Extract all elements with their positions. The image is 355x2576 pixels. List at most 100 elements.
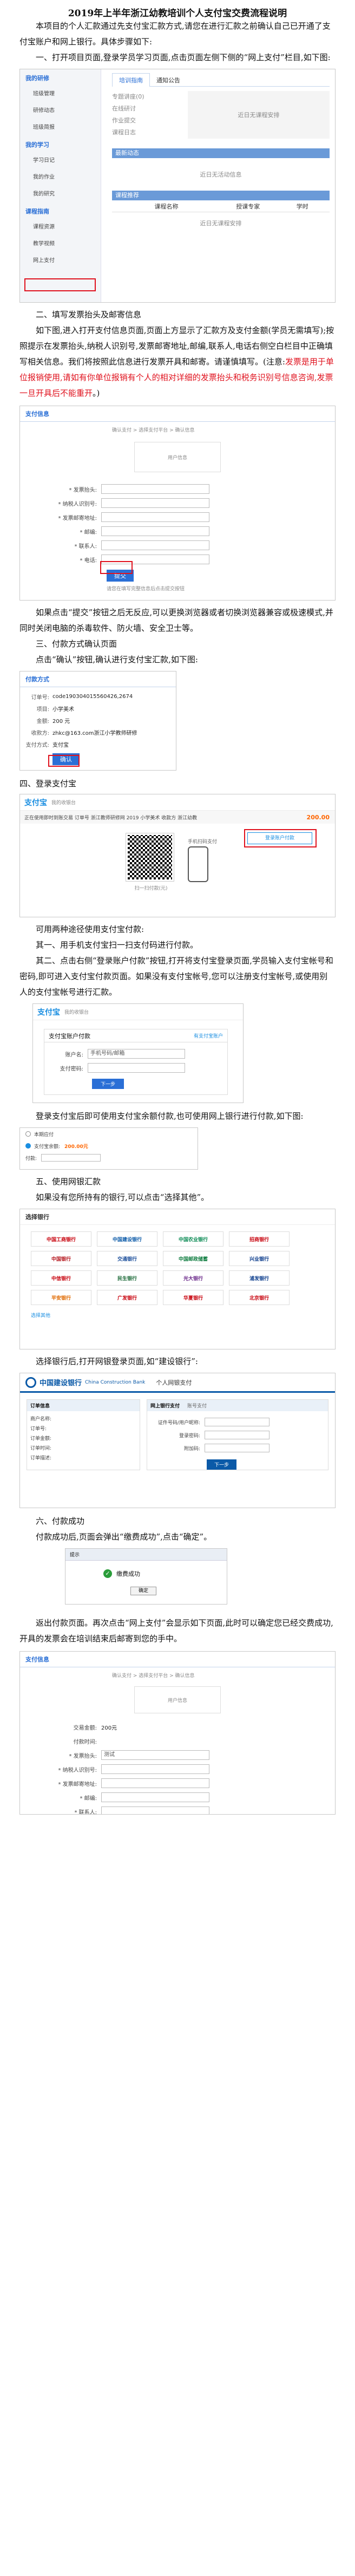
ccb-next-button[interactable]: 下一步	[207, 1459, 237, 1470]
bank-option[interactable]: 光大银行	[163, 1270, 223, 1286]
bank-option[interactable]: 北京银行	[229, 1290, 290, 1305]
password-label: 支付密码:	[60, 1066, 83, 1072]
next-button[interactable]: 下一步	[92, 1079, 124, 1089]
pay-label: 付款:	[25, 1156, 37, 1162]
bank-option[interactable]: 广发银行	[97, 1290, 157, 1305]
highlight-online-pay	[24, 278, 96, 291]
section-header-latest: 最新动态	[112, 148, 330, 158]
account-label: 账户名:	[65, 1052, 83, 1058]
netbank-pay-title[interactable]: 网上银行支付	[150, 1402, 180, 1409]
sidebar-item[interactable]: 学习日记	[20, 152, 101, 169]
sidebar-item[interactable]: 我的研究	[20, 186, 101, 203]
tab-account-pay[interactable]: 支付宝账户付款	[49, 1032, 90, 1040]
bank-option[interactable]: 中国银行	[31, 1251, 91, 1266]
sidebar-item[interactable]: 我的作业	[20, 169, 101, 186]
step5-text: 如果没有您所持有的银行,可以点击“选择其他”。	[36, 1192, 209, 1202]
bank-option[interactable]: 平安银行	[31, 1290, 91, 1305]
bank-option[interactable]: 浦发银行	[229, 1270, 290, 1286]
sidebar-item[interactable]: 我的学习	[20, 136, 101, 152]
sidebar-item[interactable]: 班级简报	[20, 119, 101, 136]
dialog-message: 缴费成功	[116, 1570, 140, 1577]
phone-scan-title: 手机扫码支付	[188, 839, 218, 845]
paid-row: * 联系人:	[20, 1804, 335, 1815]
pay-password-input[interactable]	[41, 1154, 101, 1162]
bank-option[interactable]: 中国农业银行	[163, 1231, 223, 1247]
step6-text: 付款成功后,页面会弹出“缴费成功”,点击“确定”。	[36, 1532, 212, 1542]
tab-account-pay[interactable]: 账号支付	[187, 1402, 207, 1409]
step2-title: 二、填写发票抬头及邮寄信息	[36, 310, 142, 319]
confirm-label: 金额:	[36, 718, 49, 725]
order-info-row: 订单号:	[30, 1426, 47, 1432]
form-input[interactable]	[101, 512, 209, 522]
form-label: * 纳税人识别号:	[58, 501, 97, 507]
paid-input[interactable]	[101, 1792, 209, 1802]
radio-selected-icon[interactable]	[25, 1143, 31, 1149]
paid-input[interactable]: 测试	[101, 1750, 209, 1760]
confirm-row: 收款方: zhkc@163.com浙江小学教师研修	[20, 726, 176, 738]
form-input[interactable]	[101, 484, 209, 494]
ccb-label: 登录密码:	[179, 1433, 200, 1439]
paid-user-info: 用户信息	[134, 1686, 221, 1713]
bank-option[interactable]: 交通银行	[97, 1251, 157, 1266]
tab-training-guide[interactable]: 培训指南	[112, 73, 150, 87]
confirm-value: 200 元	[52, 718, 70, 725]
breadcrumb: 确认支付 > 选择支付平台 > 确认信息	[112, 428, 195, 433]
order-line: 正在使用即时到账交易 订单号 浙江教师研修网 2019 小学美术 收款方 浙江幼…	[24, 815, 198, 821]
form-input[interactable]	[101, 540, 209, 550]
tab-have-account[interactable]: 有支付宝账户	[194, 1032, 223, 1039]
choose-other-bank-link[interactable]: 选择其他	[20, 1312, 335, 1319]
bank-option[interactable]: 中国建设银行	[97, 1231, 157, 1247]
sidebar-item[interactable]: 我的研修	[20, 69, 101, 86]
paid-row: * 发票邮寄地址:	[20, 1776, 335, 1790]
ccb-input[interactable]	[205, 1418, 269, 1426]
step2-text-b: 。)	[93, 388, 100, 398]
scan-hint: 扫一扫付款(元)	[134, 886, 168, 891]
paid-label: 交易金额:	[73, 1725, 97, 1731]
bank-option[interactable]: 招商银行	[229, 1231, 290, 1247]
form-label: * 发票邮寄地址:	[58, 515, 97, 521]
sidebar-item[interactable]: 课程指南	[20, 203, 101, 219]
bank-option[interactable]: 民生银行	[97, 1270, 157, 1286]
sidebar-item[interactable]: 教学视频	[20, 236, 101, 252]
step3-text: 点击“确认”按钮,确认进行支付宝汇款,如下图:	[36, 655, 198, 664]
account-input[interactable]: 手机号码/邮箱	[88, 1049, 185, 1059]
sidebar-item[interactable]: 网上支付	[20, 252, 101, 269]
form-input[interactable]	[101, 498, 209, 508]
bank-option[interactable]: 中国工商银行	[31, 1231, 91, 1247]
order-info-title: 订单信息	[27, 1400, 140, 1411]
ccb-input[interactable]	[205, 1431, 269, 1439]
radio-icon[interactable]	[25, 1131, 31, 1137]
ccb-form-row: 附加码:	[150, 1442, 325, 1455]
tab-notices[interactable]: 通知公告	[150, 74, 187, 87]
qr-code[interactable]	[126, 833, 174, 882]
bank-option[interactable]: 中信银行	[31, 1270, 91, 1286]
ccb-input[interactable]	[205, 1444, 269, 1452]
screenshot-balance-pay: 本期应付 支付宝余额: 200.00元 付款:	[19, 1127, 198, 1170]
bank-header: 选择银行	[20, 1209, 335, 1225]
screenshot-confirm-payment: 付款方式 订单号: code190304015560426,2674 项目: 小学美术…	[19, 671, 176, 771]
sidebar-item[interactable]: 研修动态	[20, 102, 101, 119]
submit-note: 请您在填写完整信息后点击提交按钮	[107, 586, 185, 592]
info-item[interactable]: 在线研讨	[112, 103, 188, 115]
sidebar-item[interactable]: 课程资源	[20, 219, 101, 236]
confirm-row: 金额: 200 元	[20, 714, 176, 726]
info-item[interactable]: 课程日志	[112, 127, 188, 139]
paid-input[interactable]	[101, 1807, 209, 1814]
bank-option[interactable]: 兴业银行	[229, 1251, 290, 1266]
password-input[interactable]	[88, 1063, 185, 1073]
dialog-ok-button[interactable]: 确定	[130, 1587, 157, 1595]
order-info-row: 订单描述:	[30, 1456, 52, 1461]
form-input[interactable]	[101, 526, 209, 536]
info-item[interactable]: 专题讲座(0)	[112, 91, 188, 103]
info-item[interactable]: 作业提交	[112, 115, 188, 127]
paid-label: * 联系人:	[74, 1809, 97, 1815]
sidebar-item[interactable]: 班级管理	[20, 86, 101, 102]
paid-input[interactable]	[101, 1778, 209, 1788]
screenshot-alipay-login: 支付宝 我的收银台 支付宝账户付款 有支付宝账户 账户名: 手机号码/邮箱 支付…	[32, 1003, 244, 1103]
screenshot-paid-info: 支付信息 确认支付 > 选择支付平台 > 确认信息 用户信息 交易金额: 200元…	[19, 1651, 336, 1815]
bank-option[interactable]: 中国邮政储蓄	[163, 1251, 223, 1266]
ccb-label: 附加码:	[183, 1446, 200, 1452]
paid-input[interactable]	[101, 1764, 209, 1774]
confirm-label: 收款方:	[31, 730, 49, 736]
bank-option[interactable]: 华夏银行	[163, 1290, 223, 1305]
